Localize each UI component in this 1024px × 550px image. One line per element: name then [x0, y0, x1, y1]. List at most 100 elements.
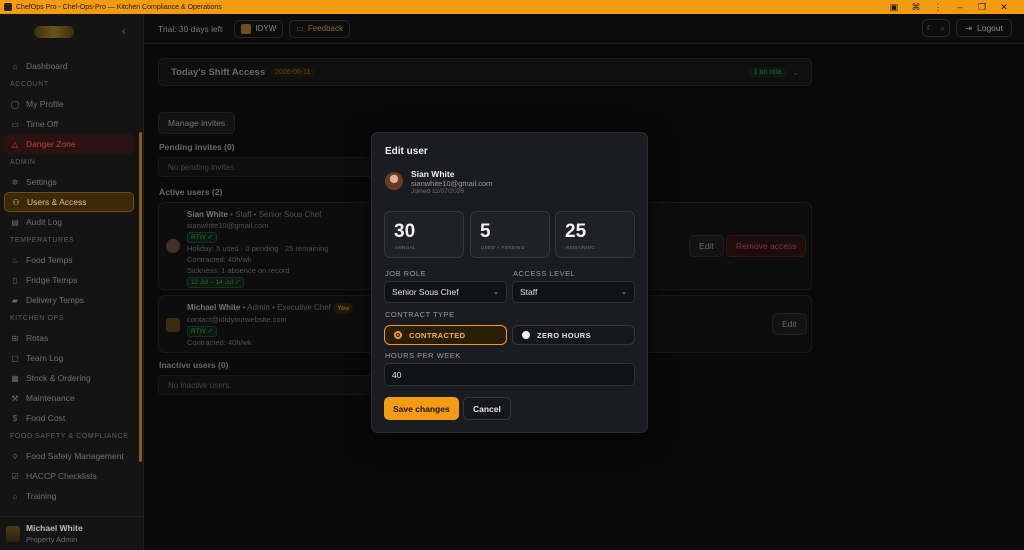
stat-annual: 30 ANNUAL: [384, 211, 464, 258]
sidebar-item-label: Danger Zone: [26, 139, 76, 149]
sidebar-item-label: Food Cost: [26, 413, 66, 423]
sidebar-item-maintenance[interactable]: ⚒ Maintenance: [4, 388, 134, 408]
avatar: [6, 525, 20, 542]
sidebar-item-haccp-checklists[interactable]: ☑ HACCP Checklists: [4, 466, 134, 486]
sidebar-item-label: Team Log: [26, 353, 64, 363]
graduation-icon: ⌂: [12, 491, 18, 501]
extension-icon[interactable]: ▣: [888, 2, 900, 13]
modal-user-joined: Joined 11/07/2026: [411, 188, 465, 195]
sidebar-item-training[interactable]: ⌂ Training: [4, 486, 134, 506]
zero-hours-label: ZERO HOURS: [537, 330, 592, 340]
moon-icon: ☾: [926, 25, 933, 32]
sidebar-item-label: Delivery Temps: [26, 295, 84, 305]
sidebar-user[interactable]: Michael White Property Admin: [0, 516, 143, 550]
feedback-button[interactable]: ▭ Feedback: [289, 19, 350, 38]
sidebar-item-delivery-temps[interactable]: ▰ Delivery Temps: [4, 290, 134, 310]
sidebar-item-users-access[interactable]: ⚇ Users & Access: [4, 192, 134, 212]
chevron-down-icon: ⌄: [493, 289, 499, 296]
theme-toggle[interactable]: ☾ ☼: [921, 19, 950, 37]
puzzle-icon[interactable]: ⌘: [910, 2, 922, 13]
job-role-value: Senior Sous Chef: [392, 287, 459, 297]
job-role-select[interactable]: Senior Sous Chef ⌄: [384, 281, 507, 303]
sidebar: ‹ ⌂ Dashboard ACCOUNT ◯ My Profile ▭ Time Off △…: [0, 14, 144, 550]
window-title: ChefOps Pro - Chef-Ops-Pro — Kitchen Com…: [16, 3, 222, 11]
sidebar-item-dashboard[interactable]: ⌂ Dashboard: [4, 56, 134, 76]
collapse-sidebar-icon[interactable]: ‹: [122, 26, 126, 38]
stat-remaining: 25 REMAINING: [555, 211, 635, 258]
app-icon: [4, 3, 12, 11]
sidebar-nav: ⌂ Dashboard ACCOUNT ◯ My Profile ▭ Time Off △ Da…: [0, 56, 142, 506]
maximize-icon[interactable]: ❐: [976, 2, 988, 13]
save-button[interactable]: Save changes: [384, 397, 459, 420]
hours-per-week-input[interactable]: 40: [384, 363, 635, 386]
sidebar-item-food-temps[interactable]: ♨ Food Temps: [4, 250, 134, 270]
sidebar-item-my-profile[interactable]: ◯ My Profile: [4, 94, 134, 114]
sidebar-item-label: Users & Access: [27, 197, 87, 207]
checklist-icon: ☑: [11, 471, 19, 481]
box-icon: ▦: [11, 373, 19, 383]
sidebar-item-food-safety-management[interactable]: ◊ Food Safety Management: [4, 446, 134, 466]
logout-icon: ⇥: [964, 22, 972, 33]
users-icon: ⚇: [12, 197, 20, 207]
sidebar-item-label: HACCP Checklists: [26, 471, 97, 481]
sidebar-item-label: Settings: [26, 177, 57, 187]
sidebar-item-label: Time Off: [26, 119, 59, 129]
edit-user-modal: Edit user Sian White sianwhite10@gmail.c…: [371, 132, 648, 433]
thermometer-icon: ♨: [11, 255, 19, 265]
home-icon: ⌂: [12, 61, 18, 71]
sidebar-section-label: FOOD SAFETY & COMPLIANCE: [10, 433, 129, 440]
warning-icon: △: [11, 139, 19, 149]
user-icon: ◯: [10, 99, 20, 109]
sidebar-item-danger-zone[interactable]: △ Danger Zone: [4, 134, 134, 154]
sidebar-item-time-off[interactable]: ▭ Time Off: [4, 114, 134, 134]
gear-icon: ✲: [11, 177, 19, 187]
wrench-icon: ⚒: [11, 393, 19, 403]
window-titlebar: ChefOps Pro - Chef-Ops-Pro — Kitchen Com…: [0, 0, 1024, 14]
sidebar-item-label: Food Safety Management: [26, 451, 124, 461]
chat-icon: ▢: [11, 353, 19, 363]
modal-user-email: sianwhite10@gmail.com: [411, 179, 493, 188]
modal-user-name: Sian White: [411, 169, 455, 179]
sidebar-item-label: Training: [26, 491, 57, 501]
logout-label: Logout: [977, 23, 1003, 33]
sidebar-item-fridge-temps[interactable]: ▯ Fridge Temps: [4, 270, 134, 290]
feedback-label: Feedback: [307, 24, 343, 33]
sidebar-scrollbar[interactable]: [139, 132, 142, 462]
sidebar-section-label: TEMPERATURES: [10, 237, 75, 244]
sidebar-section-label: ADMIN: [10, 159, 36, 166]
cancel-button[interactable]: Cancel: [463, 397, 511, 420]
document-icon: ▤: [11, 217, 19, 227]
sidebar-item-settings[interactable]: ✲ Settings: [4, 172, 134, 192]
stat-label: ANNUAL: [395, 245, 416, 250]
logout-button[interactable]: ⇥ Logout: [955, 19, 1012, 37]
sidebar-item-label: Audit Log: [26, 217, 62, 227]
contracted-radio[interactable]: CONTRACTED: [384, 325, 507, 345]
sidebar-item-stock-ordering[interactable]: ▦ Stock & Ordering: [4, 368, 134, 388]
sidebar-item-audit-log[interactable]: ▤ Audit Log: [4, 212, 134, 232]
stat-label: USED + PENDING: [481, 245, 525, 250]
sidebar-item-food-cost[interactable]: $ Food Cost: [4, 408, 134, 428]
sidebar-item-team-log[interactable]: ▢ Team Log: [4, 348, 134, 368]
brand-logo[interactable]: [34, 26, 74, 38]
org-chip[interactable]: IDYW: [234, 19, 284, 38]
sidebar-user-name: Michael White: [26, 523, 83, 533]
stat-value: 5: [480, 221, 491, 242]
org-code: IDYW: [255, 24, 277, 33]
sidebar-item-label: My Profile: [26, 99, 64, 109]
sidebar-item-rotas[interactable]: ⊞ Rotas: [4, 328, 134, 348]
shield-icon: ◊: [13, 451, 17, 461]
close-icon[interactable]: ✕: [998, 2, 1010, 13]
sidebar-item-label: Food Temps: [26, 255, 73, 265]
sidebar-item-label: Maintenance: [26, 393, 75, 403]
sidebar-item-label: Fridge Temps: [26, 275, 78, 285]
modal-title: Edit user: [385, 146, 428, 157]
cost-icon: $: [12, 413, 18, 423]
access-level-select[interactable]: Staff ⌄: [512, 281, 635, 303]
avatar: [385, 172, 403, 190]
minimize-icon[interactable]: –: [954, 2, 966, 12]
sidebar-section-label: ACCOUNT: [10, 81, 49, 88]
radio-selected-icon: [394, 331, 402, 339]
zero-hours-radio[interactable]: ZERO HOURS: [512, 325, 635, 345]
more-icon[interactable]: ⋮: [932, 2, 944, 13]
org-logo-icon: [241, 23, 252, 34]
